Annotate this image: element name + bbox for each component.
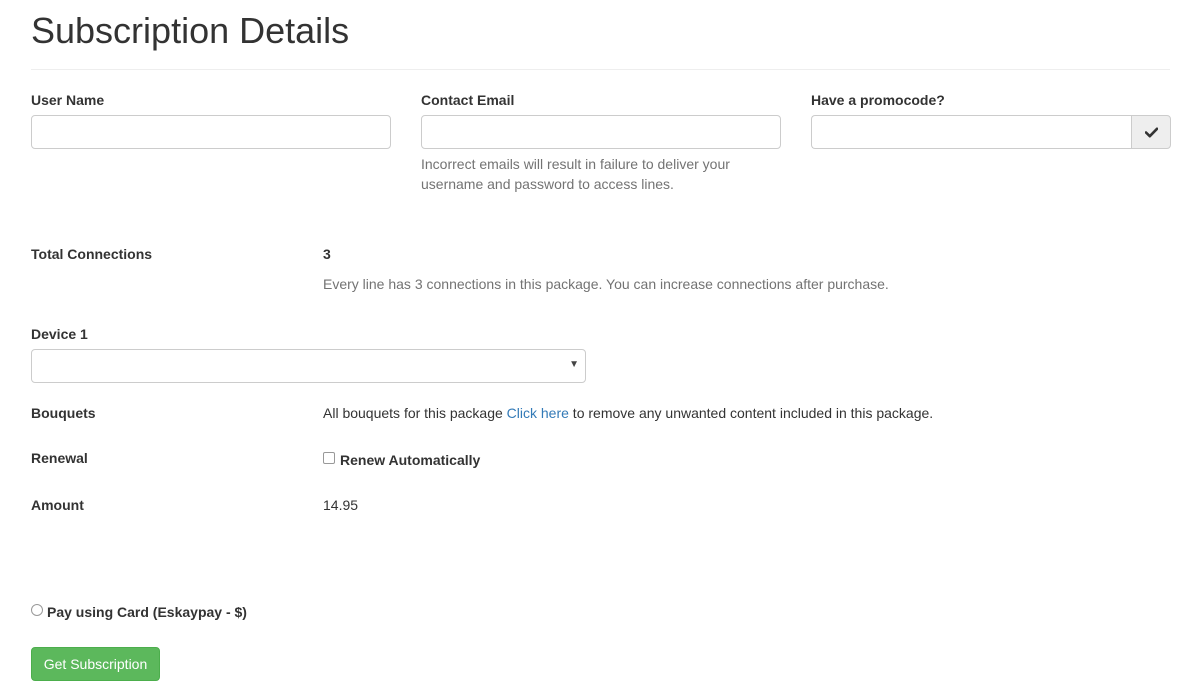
amount-label: Amount [31, 497, 84, 513]
connections-help: Every line has 3 connections in this pac… [323, 276, 889, 292]
email-help: Incorrect emails will result in failure … [421, 154, 730, 194]
promocode-apply-button[interactable] [1131, 115, 1171, 149]
username-label: User Name [31, 92, 105, 108]
bouquets-click-here-link[interactable]: Click here [507, 405, 569, 421]
email-help-line-2: username and password to access lines. [421, 176, 674, 192]
email-input[interactable] [421, 115, 781, 149]
email-help-line-1: Incorrect emails will result in failure … [421, 156, 730, 172]
device-label: Device 1 [31, 326, 88, 342]
pay-card-label[interactable]: Pay using Card (Eskaypay - $) [47, 603, 247, 621]
connections-label: Total Connections [31, 246, 153, 262]
title-divider [31, 69, 1170, 70]
check-icon [1144, 127, 1158, 137]
get-subscription-button[interactable]: Get Subscription [31, 647, 160, 681]
bouquets-label: Bouquets [31, 405, 96, 421]
amount-value: 14.95 [323, 497, 359, 513]
renewal-label: Renewal [31, 450, 88, 466]
device-select[interactable]: ▼ [31, 349, 586, 383]
connections-value: 3 [323, 246, 331, 262]
bouquets-text-before: All bouquets for this package [323, 405, 507, 421]
username-input[interactable] [31, 115, 391, 149]
renew-automatically-label[interactable]: Renew Automatically [340, 451, 480, 469]
bouquets-text-after: to remove any unwanted content included … [568, 405, 934, 421]
renew-automatically-checkbox[interactable] [323, 452, 335, 464]
promocode-group [811, 115, 1171, 149]
promocode-label: Have a promocode? [811, 92, 945, 108]
promocode-input[interactable] [811, 115, 1132, 149]
bouquets-text: All bouquets for this package Click here… [323, 404, 933, 422]
pay-card-radio[interactable] [31, 604, 43, 616]
email-label: Contact Email [421, 92, 515, 108]
chevron-down-icon: ▼ [569, 359, 579, 370]
page-title: Subscription Details [31, 10, 350, 51]
